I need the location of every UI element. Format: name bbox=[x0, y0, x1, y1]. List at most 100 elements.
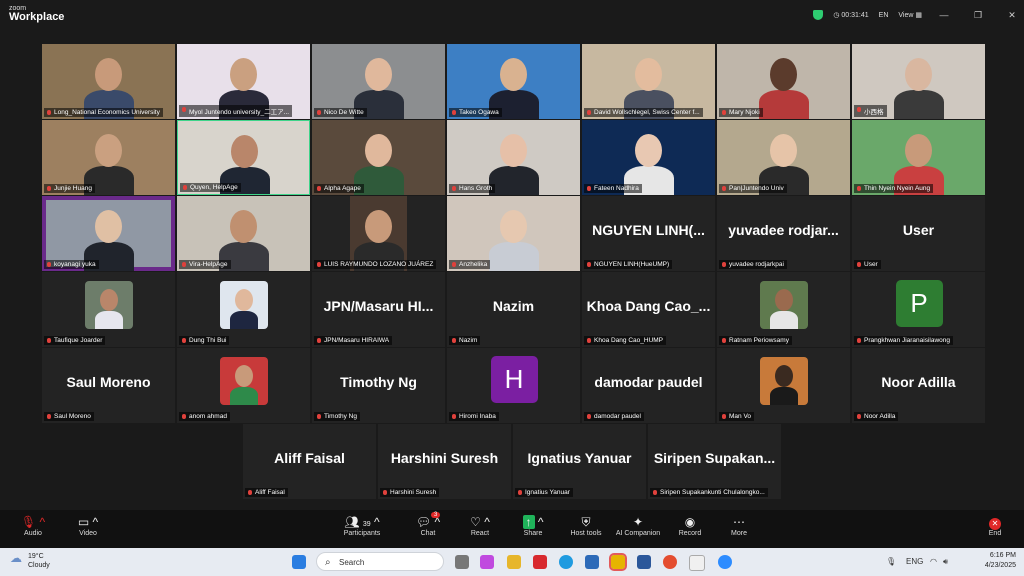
participant-display-name: yuvadee rodjar... bbox=[728, 222, 839, 238]
language-tray[interactable]: ENG bbox=[906, 557, 923, 566]
video-button[interactable]: ▭ ^ Video bbox=[63, 514, 113, 537]
restore-button[interactable]: ❐ bbox=[966, 10, 990, 21]
share-button[interactable]: ↑ ^ Share bbox=[508, 514, 558, 537]
participant-name-label: Hans Groth bbox=[449, 184, 496, 193]
participant-display-name: Siripen Supakan... bbox=[653, 450, 776, 466]
en-app-icon[interactable] bbox=[689, 555, 705, 571]
security-shield-icon[interactable] bbox=[813, 10, 824, 20]
participant-tile[interactable]: Myol Juntendo university_二工ア... bbox=[177, 44, 310, 119]
store-icon[interactable] bbox=[585, 555, 599, 569]
participant-tile[interactable]: JPN/Masaru HI... JPN/Masaru HIRAIWA bbox=[312, 272, 445, 347]
minimize-button[interactable]: — bbox=[932, 10, 956, 20]
participant-tile[interactable]: Nazim Nazim bbox=[447, 272, 580, 347]
participant-tile[interactable]: Anzhelika bbox=[447, 196, 580, 271]
participant-name-label: Thin Nyein Nyein Aung bbox=[854, 184, 934, 193]
record-icon: ◉ bbox=[684, 515, 696, 529]
participant-tile[interactable]: Fateen Nadhira bbox=[582, 120, 715, 195]
app-l-icon[interactable] bbox=[533, 555, 547, 569]
participant-tile[interactable]: damodar paudel damodar paudel bbox=[582, 348, 715, 423]
participant-tile[interactable]: User User bbox=[852, 196, 985, 271]
edge-icon[interactable] bbox=[559, 555, 573, 569]
participant-tile[interactable]: 小西格 bbox=[852, 44, 985, 119]
participant-tile[interactable]: Long_National Economics University bbox=[42, 44, 175, 119]
participant-name-label: Saul Moreno bbox=[44, 412, 94, 421]
participant-tile[interactable]: Ratnam Periowsamy bbox=[717, 272, 850, 347]
participant-tile[interactable]: Harshini Suresh Harshini Suresh bbox=[378, 424, 511, 499]
chat-button[interactable]: 💬︎ ^ 3 Chat bbox=[403, 512, 453, 537]
chat-badge: 3 bbox=[431, 512, 441, 518]
participant-name-label: Siripen Supakankunti Chulalongko... bbox=[650, 488, 768, 497]
participant-tile[interactable]: Siripen Supakan... Siripen Supakankunti C… bbox=[648, 424, 781, 499]
participant-tile[interactable]: Dung Thi Bui bbox=[177, 272, 310, 347]
heart-icon: ♡ ^ bbox=[470, 515, 490, 529]
participant-name-label: Junjie Huang bbox=[44, 184, 95, 193]
participant-tile[interactable]: Vira-HelpAge bbox=[177, 196, 310, 271]
volume-icon[interactable]: 🔊︎ bbox=[943, 557, 948, 567]
end-meeting-button[interactable]: ✕ End bbox=[970, 514, 1020, 537]
windows-start-icon[interactable] bbox=[292, 555, 306, 569]
word-icon[interactable] bbox=[637, 555, 651, 569]
participant-tile[interactable]: NGUYEN LINH(... NGUYEN LINH(HueUMP) bbox=[582, 196, 715, 271]
more-button[interactable]: ⋯ More bbox=[714, 514, 764, 537]
participant-tile[interactable]: Nico De Witte bbox=[312, 44, 445, 119]
participant-tile[interactable]: Saul Moreno Saul Moreno bbox=[42, 348, 175, 423]
participant-tile[interactable]: Hans Groth bbox=[447, 120, 580, 195]
participant-tile[interactable]: koyanagi yuka bbox=[42, 196, 175, 271]
participant-name-label: Aliff Faisal bbox=[245, 488, 288, 497]
copilot-icon[interactable] bbox=[480, 555, 494, 569]
participant-tile[interactable]: Ignatius Yanuar Ignatius Yanuar bbox=[513, 424, 646, 499]
participant-tile[interactable]: Aliff Faisal Aliff Faisal bbox=[243, 424, 376, 499]
close-window-button[interactable]: ✕ bbox=[1000, 10, 1024, 21]
participant-tile[interactable]: Noor Adilla Noor Adilla bbox=[852, 348, 985, 423]
participants-button[interactable]: 👥︎ 39 ^ Participants bbox=[337, 514, 387, 537]
wifi-icon[interactable]: ◠ bbox=[930, 557, 937, 566]
participant-tile[interactable]: anom ahmad bbox=[177, 348, 310, 423]
view-button[interactable]: View ▦ bbox=[898, 11, 922, 19]
participant-tile[interactable]: P Prangkhwan Jiaranaisilawong bbox=[852, 272, 985, 347]
participant-tile[interactable]: Taufique Joarder bbox=[42, 272, 175, 347]
audio-button[interactable]: 🎙︎ ^ Audio bbox=[8, 514, 58, 537]
participant-name-label: 小西格 bbox=[854, 105, 887, 117]
camera-icon: ▭ ^ bbox=[77, 515, 99, 529]
participant-name-label: Khoa Dang Cao_HUMP bbox=[584, 336, 667, 345]
taskbar-search[interactable]: Search bbox=[316, 552, 444, 572]
participant-tile[interactable]: Junjie Huang bbox=[42, 120, 175, 195]
participant-name-label: User bbox=[854, 260, 881, 269]
chrome-icon[interactable] bbox=[663, 555, 677, 569]
participant-tile[interactable]: Mary Njoki bbox=[717, 44, 850, 119]
host-tools-button[interactable]: ⛨ Host tools bbox=[561, 514, 611, 537]
participant-tile[interactable]: LUIS RAYMUNDO LOZANO JUÁREZ bbox=[312, 196, 445, 271]
participant-name-label: Taufique Joarder bbox=[44, 336, 106, 345]
participant-tile[interactable]: Khoa Dang Cao_... Khoa Dang Cao_HUMP bbox=[582, 272, 715, 347]
participant-tile[interactable]: Pan|Juntendo Univ bbox=[717, 120, 850, 195]
sticky-notes-icon[interactable] bbox=[609, 553, 627, 571]
language-indicator[interactable]: EN bbox=[879, 12, 889, 19]
participant-name-label: Dung Thi Bui bbox=[179, 336, 230, 345]
participant-tile[interactable]: yuvadee rodjar... yuvadee rodjarkpai bbox=[717, 196, 850, 271]
weather-widget[interactable]: ☁ 19°C Cloudy bbox=[10, 552, 50, 570]
zoom-taskbar-icon[interactable] bbox=[718, 555, 732, 569]
participant-display-name: damodar paudel bbox=[594, 374, 703, 390]
clock[interactable]: 6:16 PM 4/23/2025 bbox=[985, 551, 1016, 571]
more-icon: ⋯ bbox=[733, 515, 745, 529]
avatar: P bbox=[895, 279, 943, 327]
participant-name-label: Ratnam Periowsamy bbox=[719, 336, 792, 345]
participant-tile[interactable]: David Wollschlegel, Swiss Center f... bbox=[582, 44, 715, 119]
participant-tile[interactable]: Man Vo bbox=[717, 348, 850, 423]
participant-name-label: Takeo Ogawa bbox=[449, 108, 502, 117]
microphone-tray-icon[interactable]: 🎙︎ bbox=[886, 557, 896, 566]
participant-tile[interactable]: Takeo Ogawa bbox=[447, 44, 580, 119]
participant-tile[interactable]: H Hiromi Inaba bbox=[447, 348, 580, 423]
participant-tile[interactable]: Timothy Ng Timothy Ng bbox=[312, 348, 445, 423]
shield-icon: ⛨ bbox=[581, 515, 591, 529]
record-button[interactable]: ◉ Record bbox=[665, 514, 715, 537]
react-button[interactable]: ♡ ^ React bbox=[455, 514, 505, 537]
participant-tile[interactable]: Thin Nyein Nyein Aung bbox=[852, 120, 985, 195]
file-explorer-icon[interactable] bbox=[507, 555, 521, 569]
ai-companion-button[interactable]: ✦ AI Companion bbox=[613, 514, 663, 537]
participant-name-label: Long_National Economics University bbox=[44, 108, 163, 117]
task-view-icon[interactable] bbox=[455, 555, 469, 569]
participant-tile[interactable]: Alpha Agape bbox=[312, 120, 445, 195]
participants-icon: 👥︎ 39 ^ bbox=[344, 515, 380, 529]
participant-tile[interactable]: Quyen, HelpAge bbox=[177, 120, 310, 195]
